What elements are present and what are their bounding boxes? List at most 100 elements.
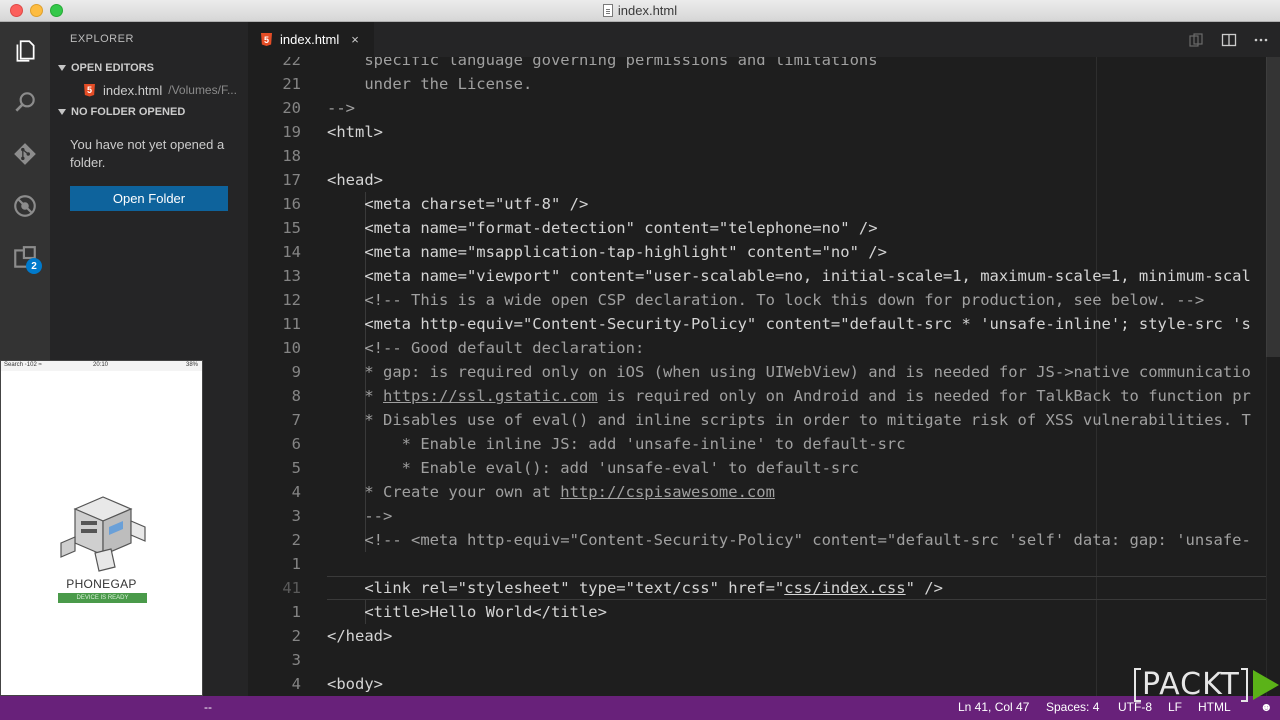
device-ready-badge: DEVICE IS READY	[58, 593, 147, 603]
close-tab-icon[interactable]: ×	[351, 32, 359, 47]
line-number: 3	[291, 507, 301, 525]
code-line[interactable]: 18	[248, 144, 1280, 168]
code-line[interactable]: 2 </head>	[248, 624, 1280, 648]
line-code: <title>Hello World</title>	[327, 603, 607, 621]
code-line[interactable]: 12 <!-- This is a wide open CSP declarat…	[248, 288, 1280, 312]
encoding-setting[interactable]: UTF-8	[1118, 700, 1152, 714]
language-mode[interactable]: HTML	[1198, 700, 1231, 714]
phone-battery: 38%	[185, 362, 198, 368]
status-left: --	[204, 700, 212, 714]
line-number: 11	[282, 315, 301, 333]
code-line[interactable]: 11 <meta http-equiv="Content-Security-Po…	[248, 312, 1280, 336]
explorer-activity-button[interactable]	[0, 27, 50, 75]
split-editor-button[interactable]	[1220, 31, 1238, 49]
git-icon	[14, 143, 36, 165]
line-code: <meta charset="utf-8" />	[327, 195, 589, 213]
line-number: 13	[282, 267, 301, 285]
code-text: is required only on Android and is neede…	[597, 387, 1251, 405]
code-link[interactable]: https://ssl.gstatic.com	[383, 387, 598, 405]
code-line[interactable]: 8 * https://ssl.gstatic.com is required …	[248, 384, 1280, 408]
line-code: <body>	[327, 675, 383, 693]
indentation-setting[interactable]: Spaces: 4	[1046, 700, 1099, 714]
code-line[interactable]: 4 <body>	[248, 672, 1280, 696]
code-link[interactable]: http://cspisawesome.com	[560, 483, 775, 501]
search-activity-button[interactable]	[0, 78, 50, 126]
close-window-button[interactable]	[10, 4, 23, 17]
line-code: <link rel="stylesheet" type="text/css" h…	[327, 576, 943, 600]
line-code: <meta name="viewport" content="user-scal…	[327, 267, 1251, 285]
line-number: 12	[282, 291, 301, 309]
line-number: 14	[282, 243, 301, 261]
code-line[interactable]: 9 * gap: is required only on iOS (when u…	[248, 360, 1280, 384]
line-code: specific language governing permissions …	[327, 57, 878, 69]
split-editor-icon	[1221, 33, 1237, 47]
line-number: 21	[282, 75, 301, 93]
packt-watermark: PACKT	[1134, 668, 1279, 702]
line-code: <!-- This is a wide open CSP declaration…	[327, 291, 1205, 309]
eol-setting[interactable]: LF	[1168, 700, 1182, 714]
line-code: <meta http-equiv="Content-Security-Polic…	[327, 315, 1251, 333]
code-line[interactable]: 14 <meta name="msapplication-tap-highlig…	[248, 240, 1280, 264]
feedback-icon[interactable]: ☻	[1260, 700, 1273, 714]
line-code: -->	[327, 507, 393, 525]
tab-index-html[interactable]: 5 index.html ×	[248, 22, 374, 57]
line-code: <!-- <meta http-equiv="Content-Security-…	[327, 531, 1251, 549]
code-line[interactable]: 2 <!-- <meta http-equiv="Content-Securit…	[248, 528, 1280, 552]
open-editor-path: /Volumes/F...	[168, 83, 237, 97]
line-number: 5	[291, 459, 301, 477]
line-code: -->	[327, 99, 355, 117]
no-folder-message: You have not yet opened a folder.	[70, 137, 225, 170]
line-code: <head>	[327, 171, 383, 189]
code-line[interactable]: 16 <meta charset="utf-8" />	[248, 192, 1280, 216]
watermark-bracket-right	[1240, 668, 1248, 702]
line-code: * Enable eval(): add 'unsafe-eval' to de…	[327, 459, 859, 477]
phone-time: 20:10	[93, 362, 109, 368]
line-code: <!-- Good default declaration:	[327, 339, 645, 357]
code-line[interactable]: 20 -->	[248, 96, 1280, 120]
code-line[interactable]: 10 <!-- Good default declaration:	[248, 336, 1280, 360]
code-line[interactable]: 17 <head>	[248, 168, 1280, 192]
code-line[interactable]: 19 <html>	[248, 120, 1280, 144]
open-changes-button[interactable]	[1187, 31, 1205, 49]
code-line[interactable]: 21 under the License.	[248, 72, 1280, 96]
debug-activity-button[interactable]	[0, 182, 50, 230]
line-number: 1	[291, 555, 301, 573]
scroll-thumb[interactable]	[1266, 57, 1280, 357]
more-actions-button[interactable]	[1252, 31, 1270, 49]
code-line[interactable]: 41 <link rel="stylesheet" type="text/css…	[248, 576, 1280, 600]
code-line[interactable]: 1	[248, 552, 1280, 576]
code-editor[interactable]: 22 specific language governing permissio…	[248, 57, 1280, 696]
code-line[interactable]: 3	[248, 648, 1280, 672]
open-editors-header[interactable]: OPEN EDITORS	[50, 57, 248, 79]
extensions-activity-button[interactable]: 2	[0, 234, 50, 282]
open-folder-button[interactable]: Open Folder	[70, 186, 228, 211]
code-line[interactable]: 7 * Disables use of eval() and inline sc…	[248, 408, 1280, 432]
open-editors-label: OPEN EDITORS	[71, 62, 154, 74]
window-title: index.html	[617, 3, 678, 18]
code-line[interactable]: 1 <title>Hello World</title>	[248, 600, 1280, 624]
line-number: 2	[291, 627, 301, 645]
tab-label: index.html	[280, 32, 340, 47]
line-number: 41	[282, 579, 301, 597]
line-number: 4	[291, 675, 301, 693]
git-activity-button[interactable]	[0, 130, 50, 178]
line-code: <meta name="format-detection" content="t…	[327, 219, 878, 237]
code-line[interactable]: 3 -->	[248, 504, 1280, 528]
no-folder-header[interactable]: NO FOLDER OPENED	[50, 101, 248, 123]
open-changes-icon	[1189, 33, 1203, 47]
code-line[interactable]: 13 <meta name="viewport" content="user-s…	[248, 264, 1280, 288]
open-editor-item[interactable]: 5 index.html /Volumes/F...	[50, 79, 248, 101]
cursor-position[interactable]: Ln 41, Col 47	[958, 700, 1029, 714]
code-line[interactable]: 22 specific language governing permissio…	[248, 57, 1280, 72]
zoom-window-button[interactable]	[50, 4, 63, 17]
files-icon	[16, 40, 35, 62]
code-line[interactable]: 4 * Create your own at http://cspisaweso…	[248, 480, 1280, 504]
code-line[interactable]: 5 * Enable eval(): add 'unsafe-eval' to …	[248, 456, 1280, 480]
code-line[interactable]: 15 <meta name="format-detection" content…	[248, 216, 1280, 240]
minimize-window-button[interactable]	[30, 4, 43, 17]
line-number: 3	[291, 651, 301, 669]
code-line[interactable]: 6 * Enable inline JS: add 'unsafe-inline…	[248, 432, 1280, 456]
editor-scrollbar[interactable]	[1266, 57, 1280, 696]
chevron-down-icon	[58, 65, 66, 71]
code-link[interactable]: css/index.css	[784, 579, 905, 597]
